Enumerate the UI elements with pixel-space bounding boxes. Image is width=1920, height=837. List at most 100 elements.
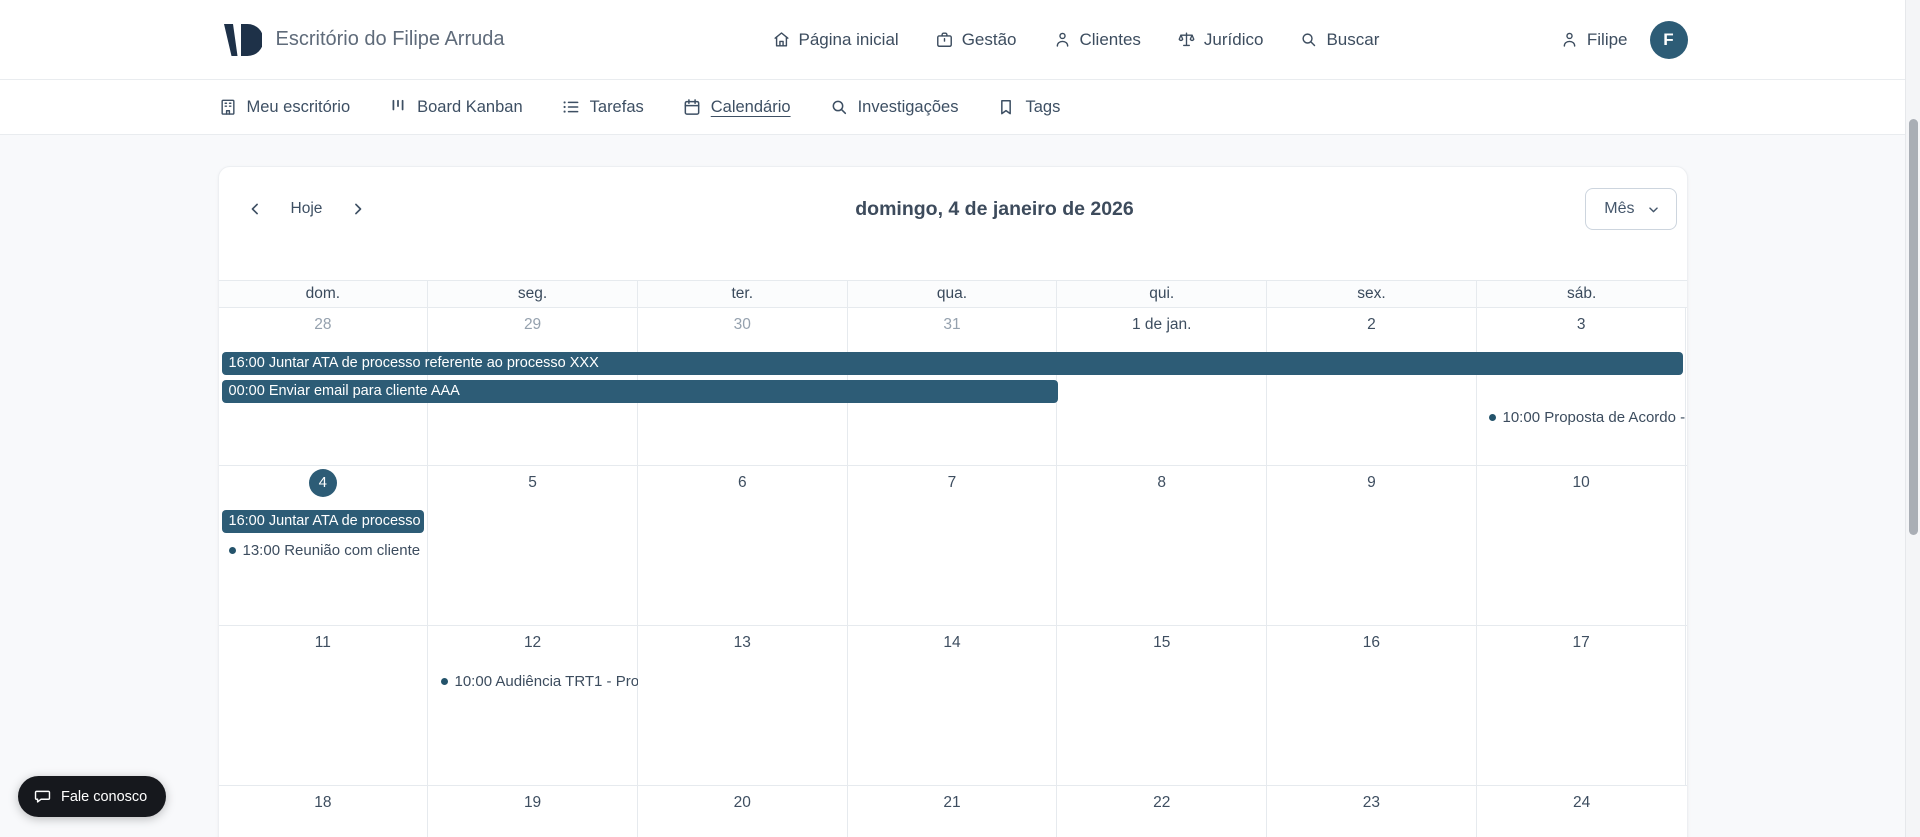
avatar-initial: F (1663, 30, 1673, 50)
day-cell[interactable]: 2 (1267, 308, 1477, 465)
tab-investigacoes[interactable]: Investigações (829, 97, 959, 117)
day-cell[interactable]: 20 (638, 786, 848, 837)
today-badge[interactable]: 4 (309, 469, 337, 497)
weekday-label: dom. (219, 281, 429, 307)
event-text: 13:00 Reunião com cliente (243, 542, 421, 559)
bookmark-icon (996, 97, 1016, 117)
chat-bubble-icon (33, 787, 52, 806)
chat-button[interactable]: Fale conosco (18, 776, 166, 817)
chevron-right-icon (348, 199, 368, 219)
event-bar[interactable]: 00:00 Enviar email para cliente AAA (222, 380, 1058, 403)
nav-buscar[interactable]: Buscar (1299, 30, 1379, 50)
tab-meu-escritorio[interactable]: Meu escritório (218, 97, 351, 117)
search-icon (829, 97, 849, 117)
calendar-toolbar: Hoje domingo, 4 de janeiro de 2026 Mês (237, 187, 1677, 231)
day-cell[interactable]: 11 (219, 626, 429, 785)
next-month-button[interactable] (340, 191, 376, 227)
day-cell[interactable]: 5 (428, 466, 638, 625)
briefcase-icon (935, 30, 954, 49)
tab-label: Investigações (858, 98, 959, 117)
nav-label: Jurídico (1204, 30, 1264, 50)
weekday-label: ter. (638, 281, 848, 307)
tab-label: Meu escritório (247, 98, 351, 117)
home-icon (772, 30, 791, 49)
nav-gestao[interactable]: Gestão (935, 30, 1017, 50)
nav-pagina-inicial[interactable]: Página inicial (772, 30, 899, 50)
nav-juridico[interactable]: Jurídico (1177, 30, 1264, 50)
tab-tags[interactable]: Tags (996, 97, 1060, 117)
day-cell[interactable]: 19 (428, 786, 638, 837)
week-row: 11 12 13 14 15 16 17 10:00 Audiência TRT… (219, 626, 1687, 786)
kanban-icon (388, 97, 408, 117)
event-dot-icon (441, 678, 448, 685)
weekday-label: sex. (1267, 281, 1477, 307)
page-scrollbar[interactable] (1905, 0, 1920, 837)
brand[interactable]: Escritório do Filipe Arruda (218, 18, 505, 62)
user-menu[interactable]: Filipe (1560, 30, 1628, 50)
weekday-label: seg. (428, 281, 638, 307)
tab-calendario[interactable]: Calendário (682, 97, 791, 117)
event-item[interactable]: 10:00 Proposta de Acordo - P (1489, 407, 1687, 428)
avatar[interactable]: F (1650, 21, 1688, 59)
tab-label: Tags (1025, 98, 1060, 117)
user-icon (1053, 30, 1072, 49)
tab-label: Board Kanban (417, 98, 523, 117)
day-cell[interactable]: 17 (1477, 626, 1687, 785)
day-cell[interactable]: 14 (848, 626, 1058, 785)
day-cell[interactable]: 15 (1057, 626, 1267, 785)
day-cell[interactable]: 18 (219, 786, 429, 837)
day-cell[interactable]: 1 de jan. (1057, 308, 1267, 465)
weekday-label: qua. (848, 281, 1058, 307)
app-viewport: Escritório do Filipe Arruda Página inici… (0, 0, 1905, 837)
day-cell[interactable]: 21 (848, 786, 1058, 837)
week-row: 28 29 30 31 1 de jan. 2 3 16:00 Juntar A… (219, 308, 1687, 466)
tab-tarefas[interactable]: Tarefas (561, 97, 644, 117)
nav-clientes[interactable]: Clientes (1053, 30, 1141, 50)
app-logo-icon (218, 18, 262, 62)
calendar-card: Hoje domingo, 4 de janeiro de 2026 Mês d… (218, 166, 1688, 837)
scrollbar-thumb[interactable] (1909, 119, 1918, 535)
tab-label: Tarefas (590, 98, 644, 117)
app-title: Escritório do Filipe Arruda (276, 28, 505, 51)
chat-button-label: Fale conosco (61, 789, 147, 805)
day-cell[interactable]: 12 (428, 626, 638, 785)
user-name: Filipe (1587, 30, 1628, 50)
chevron-left-icon (245, 199, 265, 219)
section-tabbar: Meu escritório Board Kanban Tarefas Cale… (0, 80, 1905, 135)
event-text: 10:00 Proposta de Acordo - P (1503, 409, 1687, 426)
day-cell[interactable]: 10 (1477, 466, 1687, 625)
user-area: Filipe F (1560, 0, 1688, 79)
main-content: Hoje domingo, 4 de janeiro de 2026 Mês d… (0, 135, 1905, 837)
day-cell[interactable]: 3 (1477, 308, 1687, 465)
day-cell[interactable]: 9 (1267, 466, 1477, 625)
scales-icon (1177, 30, 1196, 49)
event-item[interactable]: 10:00 Audiência TRT1 - Proce (441, 671, 638, 692)
nav-label: Página inicial (799, 30, 899, 50)
day-cell[interactable]: 8 (1057, 466, 1267, 625)
weekday-header-row: dom. seg. ter. qua. qui. sex. sáb. (219, 281, 1687, 308)
event-bar[interactable]: 16:00 Juntar ATA de processo (222, 510, 424, 533)
day-cell[interactable]: 13 (638, 626, 848, 785)
tab-board-kanban[interactable]: Board Kanban (388, 97, 523, 117)
weekday-label: sáb. (1477, 281, 1687, 307)
event-item[interactable]: 13:00 Reunião com cliente (229, 540, 421, 561)
nav-label: Gestão (962, 30, 1017, 50)
calendar-grid: dom. seg. ter. qua. qui. sex. sáb. 28 29… (219, 280, 1687, 837)
view-selector-label: Mês (1604, 200, 1634, 218)
today-button[interactable]: Hoje (291, 200, 323, 218)
day-cell[interactable]: 22 (1057, 786, 1267, 837)
day-cell[interactable]: 16 (1267, 626, 1477, 785)
search-icon (1299, 30, 1318, 49)
day-cell[interactable]: 23 (1267, 786, 1477, 837)
event-bar[interactable]: 16:00 Juntar ATA de processo referente a… (222, 352, 1683, 375)
top-header: Escritório do Filipe Arruda Página inici… (0, 0, 1905, 80)
week-row: 4 5 6 7 8 9 10 16:00 Juntar ATA de proce… (219, 466, 1687, 626)
week-row: 18 19 20 21 22 23 24 (219, 786, 1687, 837)
calendar-title: domingo, 4 de janeiro de 2026 (855, 198, 1134, 221)
day-cell[interactable]: 24 (1477, 786, 1687, 837)
prev-month-button[interactable] (237, 191, 273, 227)
day-cell[interactable]: 7 (848, 466, 1058, 625)
view-selector-button[interactable]: Mês (1585, 188, 1676, 230)
event-dot-icon (1489, 414, 1496, 421)
day-cell[interactable]: 6 (638, 466, 848, 625)
